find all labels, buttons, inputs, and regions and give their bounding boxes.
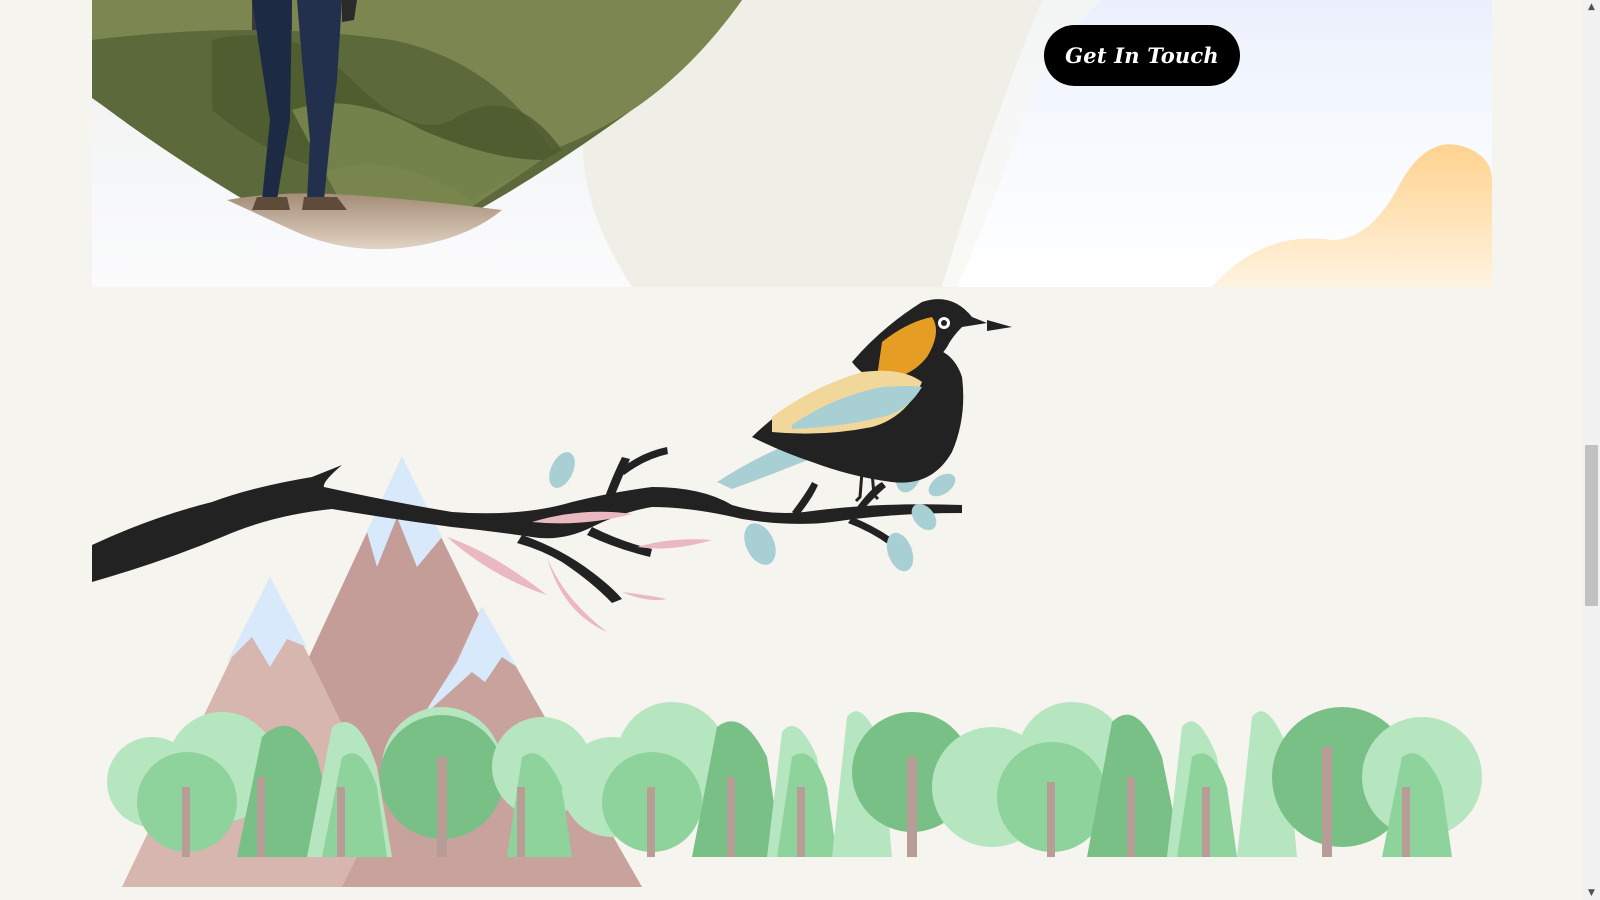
- scroll-up-arrow-icon[interactable]: ▲: [1583, 0, 1600, 14]
- scroll-down-arrow-icon[interactable]: ▼: [1583, 886, 1600, 900]
- page: Get In Touch: [0, 0, 1583, 900]
- page-scrollbar[interactable]: ▲ ▼: [1583, 0, 1600, 900]
- scrollbar-thumb[interactable]: [1585, 445, 1598, 606]
- get-in-touch-button[interactable]: Get In Touch: [1044, 25, 1240, 86]
- bird-branch-forest-art: [92, 299, 1482, 887]
- bird: [717, 299, 1012, 503]
- nature-illustration: [92, 287, 1492, 887]
- hiker-photo: [92, 0, 792, 287]
- branch: [92, 447, 962, 603]
- hero-section: [92, 0, 1492, 287]
- hero-photo-panel: [92, 0, 792, 287]
